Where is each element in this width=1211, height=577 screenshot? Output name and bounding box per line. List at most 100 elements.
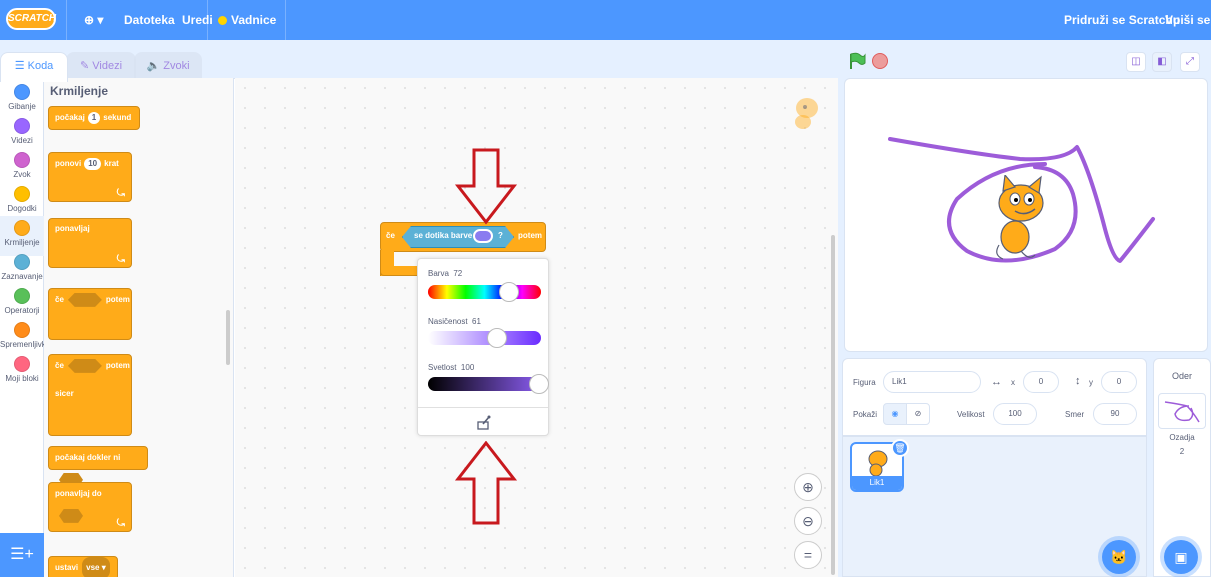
backdrops-label: Ozadja [1169, 433, 1195, 442]
zoom-reset-button[interactable]: = [794, 541, 822, 569]
menu-divider [66, 0, 67, 40]
brightness-slider[interactable] [428, 377, 541, 391]
category-my-blocks[interactable]: Moji bloki [0, 352, 44, 392]
menu-divider [285, 0, 286, 40]
join-scratch-link[interactable]: Pridruži se Scratchu [1064, 0, 1180, 40]
brush-icon: ✎ [79, 60, 93, 72]
sign-in-link[interactable]: Vpiši se [1165, 0, 1210, 40]
repeat-block[interactable]: ponovi 10 krat ⤿ [48, 152, 132, 202]
if-then-block[interactable]: če potem [48, 288, 132, 340]
stage-header: ◫ ◧ ⤢ [840, 46, 1211, 78]
small-stage-button[interactable]: ◫ [1126, 52, 1146, 72]
repeat-unit: krat [104, 159, 119, 168]
palette-scrollbar[interactable] [226, 310, 230, 365]
backdrops-count: 2 [1179, 447, 1185, 456]
show-visible-button[interactable]: ◉ [883, 403, 907, 425]
category-color-dot [14, 84, 30, 100]
delete-sprite-button[interactable]: 🗑 [891, 439, 909, 457]
stop-icon[interactable] [872, 53, 888, 69]
x-input[interactable]: 0 [1023, 371, 1059, 393]
zoom-out-icon: ⊖ [802, 513, 814, 529]
tab-sounds-label: Zvoki [163, 60, 190, 72]
direction-input[interactable]: 90 [1093, 403, 1137, 425]
stop-label: ustavi [55, 563, 79, 572]
show-label: Pokaži [853, 410, 878, 419]
language-menu[interactable]: ⊕ ▾ [84, 0, 103, 40]
eye-icon: ◉ [891, 409, 899, 418]
if-else-block[interactable]: če potem sicer [48, 354, 132, 436]
repeat-label: ponovi [55, 159, 82, 168]
size-input[interactable]: 100 [993, 403, 1037, 425]
hue-slider[interactable] [428, 285, 541, 299]
sprite-cat-icon [795, 98, 818, 129]
menu-bar: SCRATCH ⊕ ▾ Datoteka Uredi Vadnice Pridr… [0, 0, 1211, 40]
x-arrows-icon: ↔ [991, 376, 1002, 388]
category-color-dot [14, 186, 30, 202]
stage-canvas[interactable] [844, 78, 1208, 352]
wait-until-block[interactable]: počakaj dokler ni [48, 446, 148, 487]
edit-menu[interactable]: Uredi [182, 0, 213, 40]
eyedropper-icon[interactable] [476, 415, 492, 431]
loop-arrow-icon: ⤿ [116, 254, 125, 265]
if-label: če [55, 295, 64, 304]
x-label: x [1011, 378, 1015, 387]
direction-label: Smer [1065, 410, 1085, 419]
zoom-in-button[interactable]: ⊕ [794, 473, 822, 501]
scratch-logo[interactable]: SCRATCH [6, 8, 56, 30]
saturation-slider[interactable] [428, 331, 541, 345]
file-menu[interactable]: Datoteka [124, 0, 175, 40]
sprite-label: Figura [853, 378, 876, 387]
choose-sprite-button[interactable]: 🐱 [1102, 540, 1136, 574]
green-flag-icon[interactable] [848, 52, 866, 70]
else-label: sicer [55, 389, 74, 398]
y-input[interactable]: 0 [1101, 371, 1137, 393]
scripts-scrollbar[interactable] [831, 235, 835, 575]
speaker-icon: 🔈 [146, 60, 164, 72]
category-label: Dogodki [7, 204, 37, 213]
condition-slot[interactable] [59, 508, 83, 523]
annotation-arrow-up-icon [454, 441, 518, 525]
stop-block[interactable]: ustavi vse ▾ [48, 556, 118, 577]
tutorials-label: Vadnice [231, 13, 277, 27]
tutorials-menu[interactable]: Vadnice [218, 0, 276, 40]
brightness-slider-knob[interactable] [528, 374, 549, 394]
category-label: Krmiljenje [4, 238, 40, 247]
add-sprite-icon: 🐱 [1110, 549, 1128, 565]
normal-stage-button[interactable]: ◧ [1152, 52, 1172, 72]
show-hidden-button[interactable]: ⊘ [906, 403, 930, 425]
block-palette: Krmiljenje počakaj 1 sekund ponovi 10 krat ⤿… [44, 78, 234, 577]
color-picker-popup: Barva 72 Nasičenost 61 Svetlost 100 [417, 258, 549, 436]
tab-costumes-label: Videzi [92, 60, 123, 72]
sprite-name-input[interactable]: Lik1 [883, 371, 981, 393]
tab-code-label: Koda [27, 60, 54, 72]
wait-block[interactable]: počakaj 1 sekund [48, 106, 140, 130]
stop-dropdown[interactable]: vse ▾ [82, 557, 110, 577]
globe-icon: ⊕ ▾ [84, 13, 104, 27]
repeat-input[interactable]: 10 [84, 158, 102, 170]
condition-slot[interactable] [67, 358, 102, 373]
stage-title: Oder [1171, 371, 1192, 381]
brightness-label-row: Svetlost 100 [428, 363, 474, 372]
zoom-reset-icon: = [803, 547, 813, 563]
annotation-arrow-down-icon [454, 148, 518, 225]
repeat-until-block[interactable]: ponavljaj do ⤿ [48, 482, 132, 532]
zoom-out-button[interactable]: ⊖ [794, 507, 822, 535]
hue-value: 72 [453, 269, 463, 278]
then-label: potem [105, 295, 130, 304]
sprite-info-panel: Figura Lik1 ↔ x 0 ↕ y 0 Pokaži ◉ ⊘ Velik… [842, 358, 1147, 436]
forever-block[interactable]: ponavljaj ⤿ [48, 218, 132, 268]
choose-backdrop-button[interactable]: ▣ [1164, 540, 1198, 574]
cat-sprite[interactable] [985, 175, 1055, 265]
hue-label: Barva [428, 269, 449, 278]
saturation-slider-knob[interactable] [486, 328, 507, 348]
hue-slider-knob[interactable] [499, 282, 520, 302]
question-mark: ? [498, 231, 503, 240]
condition-slot[interactable] [67, 292, 102, 307]
saturation-label: Nasičenost [428, 317, 468, 326]
fullscreen-button[interactable]: ⤢ [1180, 52, 1200, 72]
color-swatch[interactable] [473, 229, 493, 243]
wait-input[interactable]: 1 [87, 112, 101, 124]
loop-arrow-icon: ⤿ [116, 188, 125, 199]
add-extension-button[interactable]: ☰+ [0, 533, 44, 577]
tab-code[interactable]: ☰ Koda [0, 52, 68, 82]
